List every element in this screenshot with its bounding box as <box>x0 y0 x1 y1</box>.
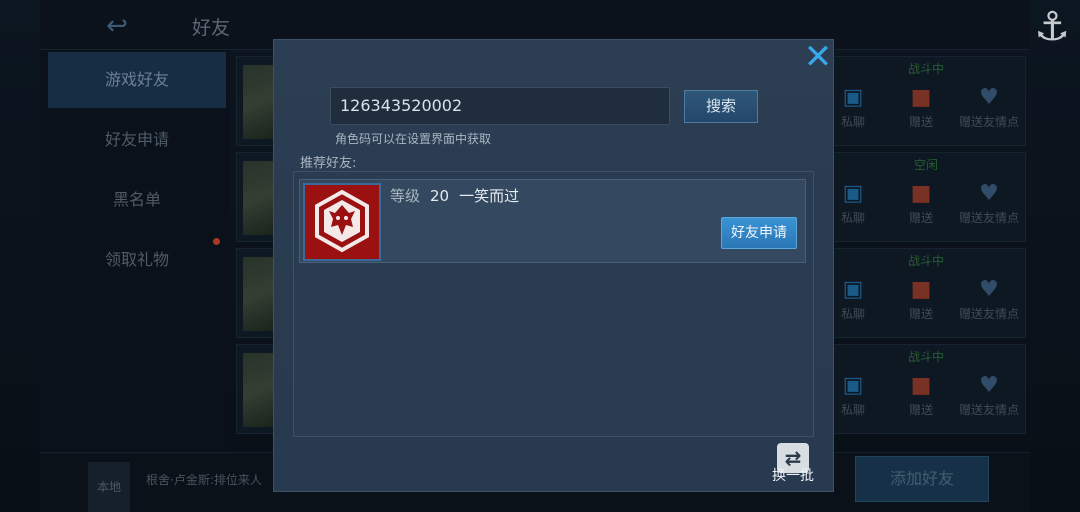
refresh-label: 换一批 <box>772 468 814 484</box>
level-label: 等级 <box>390 187 421 205</box>
player-name: 一笑而过 <box>459 187 520 205</box>
dragon-emblem-icon[interactable] <box>303 183 381 261</box>
recommended-friends-title: 推荐好友: <box>300 156 357 171</box>
refresh-batch-button[interactable]: ⇄ 换一批 <box>768 443 818 489</box>
level-value: 20 <box>430 187 450 205</box>
recommended-friend-info: 等级 20 一笑而过 <box>390 185 519 206</box>
close-icon[interactable]: ✕ <box>801 40 835 74</box>
search-button[interactable]: 搜索 <box>684 90 758 123</box>
friend-request-button[interactable]: 好友申请 <box>721 217 797 249</box>
friends-screen: ↩ 好友 ⚓ 游戏好友 好友申请 黑名单 领取礼物 战斗中 ▣ 私聊 ■ 赠送 ♥ 赠… <box>0 0 1080 512</box>
search-hint: 角色码可以在设置界面中获取 <box>335 132 492 146</box>
search-input[interactable]: 126343520002 <box>330 87 670 125</box>
